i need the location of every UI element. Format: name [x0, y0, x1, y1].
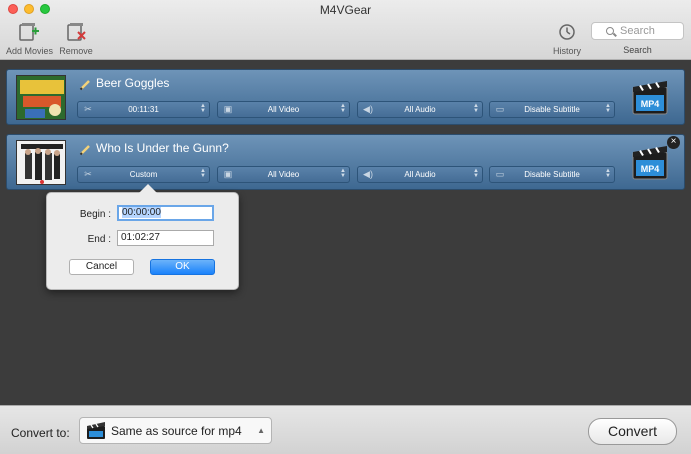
audio-value: All Audio	[404, 170, 436, 179]
audio-dropdown[interactable]: ◀) All Audio ▲ ▼	[357, 166, 483, 183]
bottom-bar: Convert to: Same as source for mp4 ▲ Con…	[0, 405, 691, 454]
scissors-icon: ✂	[84, 169, 92, 179]
chevron-updown-icon: ▲ ▼	[200, 103, 206, 114]
output-format-select[interactable]: Same as source for mp4 ▲	[79, 417, 272, 444]
edit-title-icon[interactable]	[79, 143, 91, 156]
begin-label: Begin :	[79, 209, 111, 220]
movie-thumbnail	[16, 140, 66, 185]
trim-value: 00:11:31	[128, 105, 159, 114]
subtitle-dropdown[interactable]: ▭ Disable Subtitle ▲ ▼	[489, 166, 615, 183]
end-label: End :	[87, 234, 111, 245]
video-dropdown[interactable]: ▣ All Video ▲ ▼	[217, 166, 350, 183]
toolbar: M4VGear Add Movies Remove History Search…	[0, 0, 691, 60]
popover-notch	[139, 184, 157, 193]
chevron-updown-icon: ▲ ▼	[473, 103, 479, 114]
search-icon	[606, 27, 614, 35]
subtitle-icon: ▭	[495, 169, 505, 179]
chevron-updown-icon: ▲ ▼	[605, 103, 611, 114]
edit-title-icon[interactable]	[79, 78, 91, 91]
remove-button[interactable]: Remove	[58, 22, 94, 56]
video-value: All Video	[267, 105, 300, 114]
movie-row[interactable]: Beer Goggles ✂ 00:11:31 ▲ ▼ ▣ All Video ▲…	[6, 69, 685, 125]
movie-row[interactable]: Who Is Under the Gunn? ✂ Custom ▲ ▼ ▣ All…	[6, 134, 685, 190]
video-dropdown[interactable]: ▣ All Video ▲ ▼	[217, 101, 350, 118]
trim-popover: Begin : 00:00:00 End : 01:02:27 Cancel O…	[46, 184, 239, 290]
movie-title: Beer Goggles	[96, 76, 170, 90]
chevron-updown-icon: ▲ ▼	[473, 168, 479, 179]
audio-dropdown[interactable]: ◀) All Audio ▲ ▼	[357, 101, 483, 118]
movie-thumbnail	[16, 75, 66, 120]
end-time-field[interactable]: 01:02:27	[117, 230, 214, 246]
subtitle-value: Disable Subtitle	[524, 105, 580, 114]
subtitle-icon: ▭	[495, 104, 505, 114]
speaker-icon: ◀)	[363, 104, 373, 114]
trim-dropdown[interactable]: ✂ Custom ▲ ▼	[77, 166, 210, 183]
chevron-updown-icon: ▲ ▼	[200, 168, 206, 179]
mp4-format-icon[interactable]: MP4	[632, 146, 668, 180]
add-movies-label: Add Movies	[6, 46, 54, 56]
audio-value: All Audio	[404, 105, 436, 114]
end-time-value: 01:02:27	[121, 232, 160, 243]
ok-button[interactable]: OK	[150, 259, 215, 275]
mp4-format-icon[interactable]: MP4	[632, 81, 668, 115]
mp4-format-icon	[86, 422, 106, 440]
trim-value: Custom	[129, 170, 158, 179]
begin-time-field[interactable]: 00:00:00	[117, 205, 214, 221]
subtitle-dropdown[interactable]: ▭ Disable Subtitle ▲ ▼	[489, 101, 615, 118]
cancel-button[interactable]: Cancel	[69, 259, 134, 275]
history-label: History	[552, 46, 581, 56]
add-movies-button[interactable]: Add Movies	[6, 22, 54, 56]
remove-icon	[65, 22, 87, 42]
video-value: All Video	[267, 170, 300, 179]
speaker-icon: ◀)	[363, 169, 373, 179]
close-icon[interactable]: ×	[667, 136, 680, 149]
chevron-updown-icon: ▲ ▼	[605, 168, 611, 179]
begin-time-value: 00:00:00	[122, 207, 161, 218]
trim-dropdown[interactable]: ✂ 00:11:31 ▲ ▼	[77, 101, 210, 118]
scissors-icon: ✂	[84, 104, 92, 114]
convert-button[interactable]: Convert	[588, 418, 677, 445]
film-icon: ▣	[223, 169, 233, 179]
movie-title: Who Is Under the Gunn?	[96, 141, 229, 155]
remove-label: Remove	[59, 46, 93, 56]
search-placeholder: Search	[620, 25, 655, 37]
history-button[interactable]: History	[548, 22, 586, 56]
chevron-up-icon: ▲	[257, 426, 265, 435]
chevron-updown-icon: ▲ ▼	[340, 168, 346, 179]
clock-icon	[556, 22, 578, 42]
convert-to-label: Convert to:	[11, 426, 70, 440]
output-format-value: Same as source for mp4	[111, 424, 242, 438]
mp4-badge-text: MP4	[641, 99, 660, 109]
subtitle-value: Disable Subtitle	[524, 170, 580, 179]
mp4-badge-text: MP4	[641, 164, 660, 174]
add-movie-icon	[18, 22, 40, 42]
window-title: M4VGear	[319, 3, 372, 17]
search-input[interactable]: Search	[591, 22, 684, 40]
chevron-updown-icon: ▲ ▼	[340, 103, 346, 114]
search-label: Search	[623, 45, 652, 55]
film-icon: ▣	[223, 104, 233, 114]
